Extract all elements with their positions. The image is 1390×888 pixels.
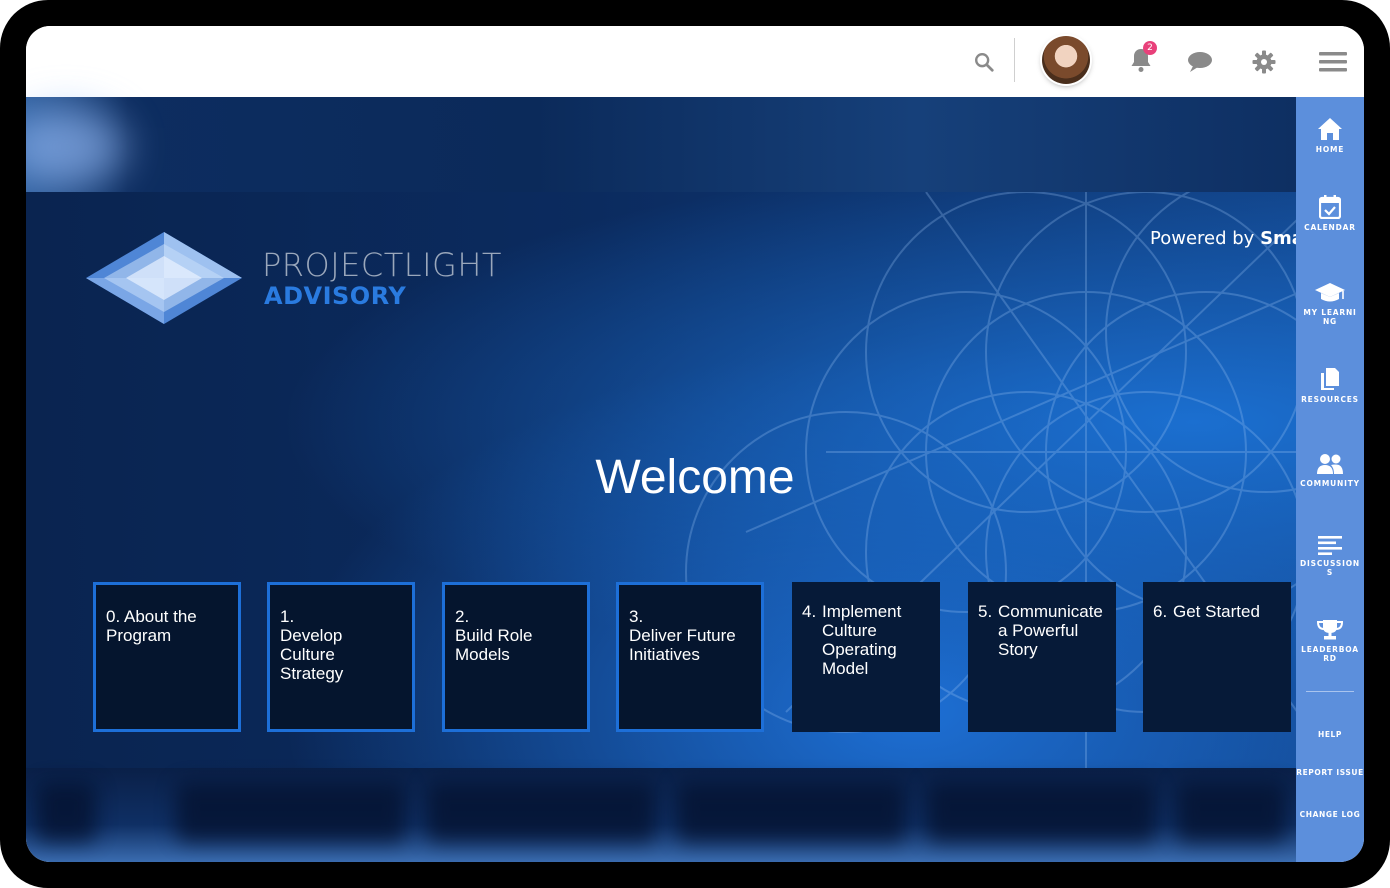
powered-by-text: Powered by Smar xyxy=(1150,228,1296,249)
card-implement-culture-operating-model[interactable]: 4. Implement Culture Operating Model xyxy=(792,582,940,732)
card-develop-culture-strategy[interactable]: 1.Develop Culture Strategy xyxy=(267,582,415,732)
card-label: About the Program xyxy=(106,607,197,645)
calendar-icon xyxy=(1319,195,1341,219)
sidebar-link-help[interactable]: HELP xyxy=(1296,730,1364,739)
brand-name-line1: PROJECTLIGHT xyxy=(262,246,502,284)
card-communicate-a-powerful-story[interactable]: 5. Communicate a Powerful Story xyxy=(968,582,1116,732)
card-label: Communicate a Powerful Story xyxy=(998,602,1103,659)
sidebar-item-label: DISCUSSIONS xyxy=(1300,559,1360,577)
search-icon[interactable] xyxy=(966,44,1002,80)
lines-icon xyxy=(1318,536,1342,555)
sidebar-item-resources[interactable]: RESOURCES xyxy=(1296,367,1364,404)
card-label: 0. xyxy=(106,607,121,626)
sidebar-item-label: MY LEARNING xyxy=(1303,308,1357,326)
card-about-the-program[interactable]: 0. About the Program xyxy=(93,582,241,732)
gear-icon[interactable] xyxy=(1246,44,1282,80)
card-number: 2. xyxy=(455,607,470,626)
sidebar-item-label: RESOURCES xyxy=(1301,395,1359,404)
hero-banner: PROJECTLIGHT ADVISORY Powered by Smar We… xyxy=(26,192,1296,768)
card-label: Build Role Models xyxy=(455,626,533,664)
menu-icon[interactable] xyxy=(1315,44,1351,80)
sidebar-item-my-learning[interactable]: MY LEARNING xyxy=(1296,282,1364,326)
avatar[interactable] xyxy=(1042,36,1090,84)
sidebar-item-community[interactable]: COMMUNITY xyxy=(1296,453,1364,488)
welcome-heading: Welcome xyxy=(595,451,795,504)
card-number: 5. xyxy=(978,602,993,621)
card-number: 4. xyxy=(802,602,817,621)
sidebar-item-label: CALENDAR xyxy=(1304,223,1356,232)
hero-bottom-strip xyxy=(26,768,1296,862)
sidebar-link-change-log[interactable]: CHANGE LOG xyxy=(1296,810,1364,819)
device-frame: 2 PROJECTLIGHT ADVISORY Powered by Sm We… xyxy=(0,0,1390,888)
card-label: Develop Culture Strategy xyxy=(280,626,344,683)
notifications-button[interactable]: 2 xyxy=(1123,40,1159,80)
chat-icon[interactable] xyxy=(1182,44,1218,80)
card-number: 6. xyxy=(1153,602,1168,621)
card-build-role-models[interactable]: 2.Build Role Models xyxy=(442,582,590,732)
right-sidebar: HOME CALENDAR MY LEARNING RESOURCES COMM… xyxy=(1296,97,1364,862)
card-label: Get Started xyxy=(1173,602,1260,621)
card-label: Deliver Future Initiatives xyxy=(629,626,736,664)
bell-icon: 2 xyxy=(1129,40,1157,78)
hero-top-banner xyxy=(26,97,1296,192)
brand-name-line2: ADVISORY xyxy=(264,282,407,310)
sidebar-item-label: COMMUNITY xyxy=(1300,479,1360,488)
sidebar-item-discussions[interactable]: DISCUSSIONS xyxy=(1296,535,1364,577)
graduation-cap-icon xyxy=(1315,283,1345,302)
sidebar-divider xyxy=(1306,691,1354,692)
sidebar-item-home[interactable]: HOME xyxy=(1296,117,1364,154)
sidebar-item-label: HOME xyxy=(1315,145,1345,154)
projectlight-logo xyxy=(86,232,242,324)
card-label: Implement Culture Operating Model xyxy=(822,602,902,678)
top-bar: 2 xyxy=(26,26,1364,98)
sidebar-link-report-issue[interactable]: REPORT ISSUE xyxy=(1296,768,1364,777)
card-number: 3. xyxy=(629,607,644,626)
sidebar-item-label: LEADERBOARD xyxy=(1301,645,1359,663)
home-icon xyxy=(1318,118,1342,140)
card-get-started[interactable]: 6. Get Started xyxy=(1143,582,1291,732)
notification-badge: 2 xyxy=(1143,40,1157,55)
sidebar-item-calendar[interactable]: CALENDAR xyxy=(1296,195,1364,232)
topbar-divider xyxy=(1014,38,1015,82)
people-icon xyxy=(1317,454,1343,474)
trophy-icon xyxy=(1317,620,1343,640)
sidebar-item-leaderboard[interactable]: LEADERBOARD xyxy=(1296,619,1364,663)
card-number: 1. xyxy=(280,607,295,626)
documents-icon xyxy=(1321,368,1339,390)
screen: 2 PROJECTLIGHT ADVISORY Powered by Sm We… xyxy=(26,26,1364,862)
card-deliver-future-initiatives[interactable]: 3.Deliver Future Initiatives xyxy=(616,582,764,732)
